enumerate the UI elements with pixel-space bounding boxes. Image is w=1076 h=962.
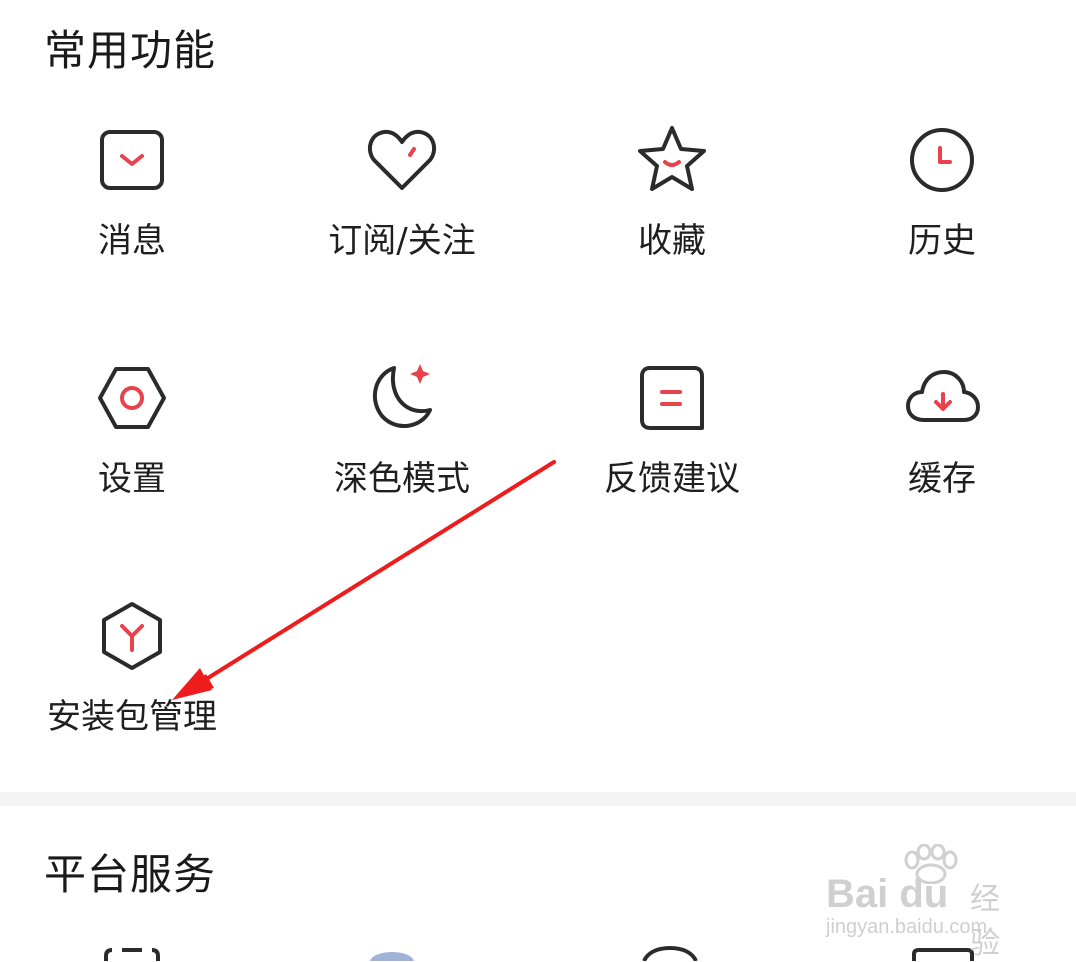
menu-item-settings[interactable]: 设置	[32, 360, 232, 530]
menu-item-label: 历史	[908, 221, 976, 261]
platform-item-icon[interactable]	[908, 946, 978, 961]
watermark-brand: Bai du	[826, 872, 949, 916]
package-icon	[94, 598, 170, 674]
menu-item-dark-mode[interactable]: 深色模式	[302, 360, 502, 530]
section-title-common: 常用功能	[44, 26, 217, 75]
clock-icon	[904, 122, 980, 198]
menu-item-history[interactable]: 历史	[842, 122, 1042, 292]
section-title-platform: 平台服务	[44, 850, 217, 899]
platform-item-icon[interactable]	[638, 946, 702, 961]
menu-item-favorites[interactable]: 收藏	[572, 122, 772, 292]
menu-item-label: 设置	[98, 459, 166, 499]
cloud-download-icon	[904, 360, 980, 436]
heart-icon	[364, 122, 440, 198]
menu-item-label: 缓存	[908, 459, 976, 499]
settings-hexagon-icon	[94, 360, 170, 436]
star-icon	[634, 122, 710, 198]
menu-item-label: 订阅/关注	[328, 221, 476, 261]
menu-item-messages[interactable]: 消息	[32, 122, 232, 292]
menu-item-label: 消息	[98, 221, 166, 261]
menu-item-label: 收藏	[638, 221, 706, 261]
menu-item-label: 反馈建议	[604, 459, 740, 499]
watermark-url: jingyan.baidu.com	[826, 916, 988, 938]
menu-item-label: 深色模式	[334, 459, 470, 499]
watermark: Bai du 经验 jingyan.baidu.com	[826, 844, 1026, 961]
platform-item-icon[interactable]	[100, 946, 164, 961]
platform-item-icon[interactable]	[360, 946, 424, 961]
menu-item-subscriptions[interactable]: 订阅/关注	[302, 122, 502, 292]
menu-item-label: 安装包管理	[47, 697, 217, 737]
menu-item-package-manager[interactable]: 安装包管理	[32, 598, 232, 768]
menu-item-feedback[interactable]: 反馈建议	[572, 360, 772, 530]
feedback-icon	[634, 360, 710, 436]
menu-item-cache[interactable]: 缓存	[842, 360, 1042, 530]
section-divider	[0, 792, 1076, 806]
moon-icon	[364, 360, 440, 436]
message-icon	[94, 122, 170, 198]
